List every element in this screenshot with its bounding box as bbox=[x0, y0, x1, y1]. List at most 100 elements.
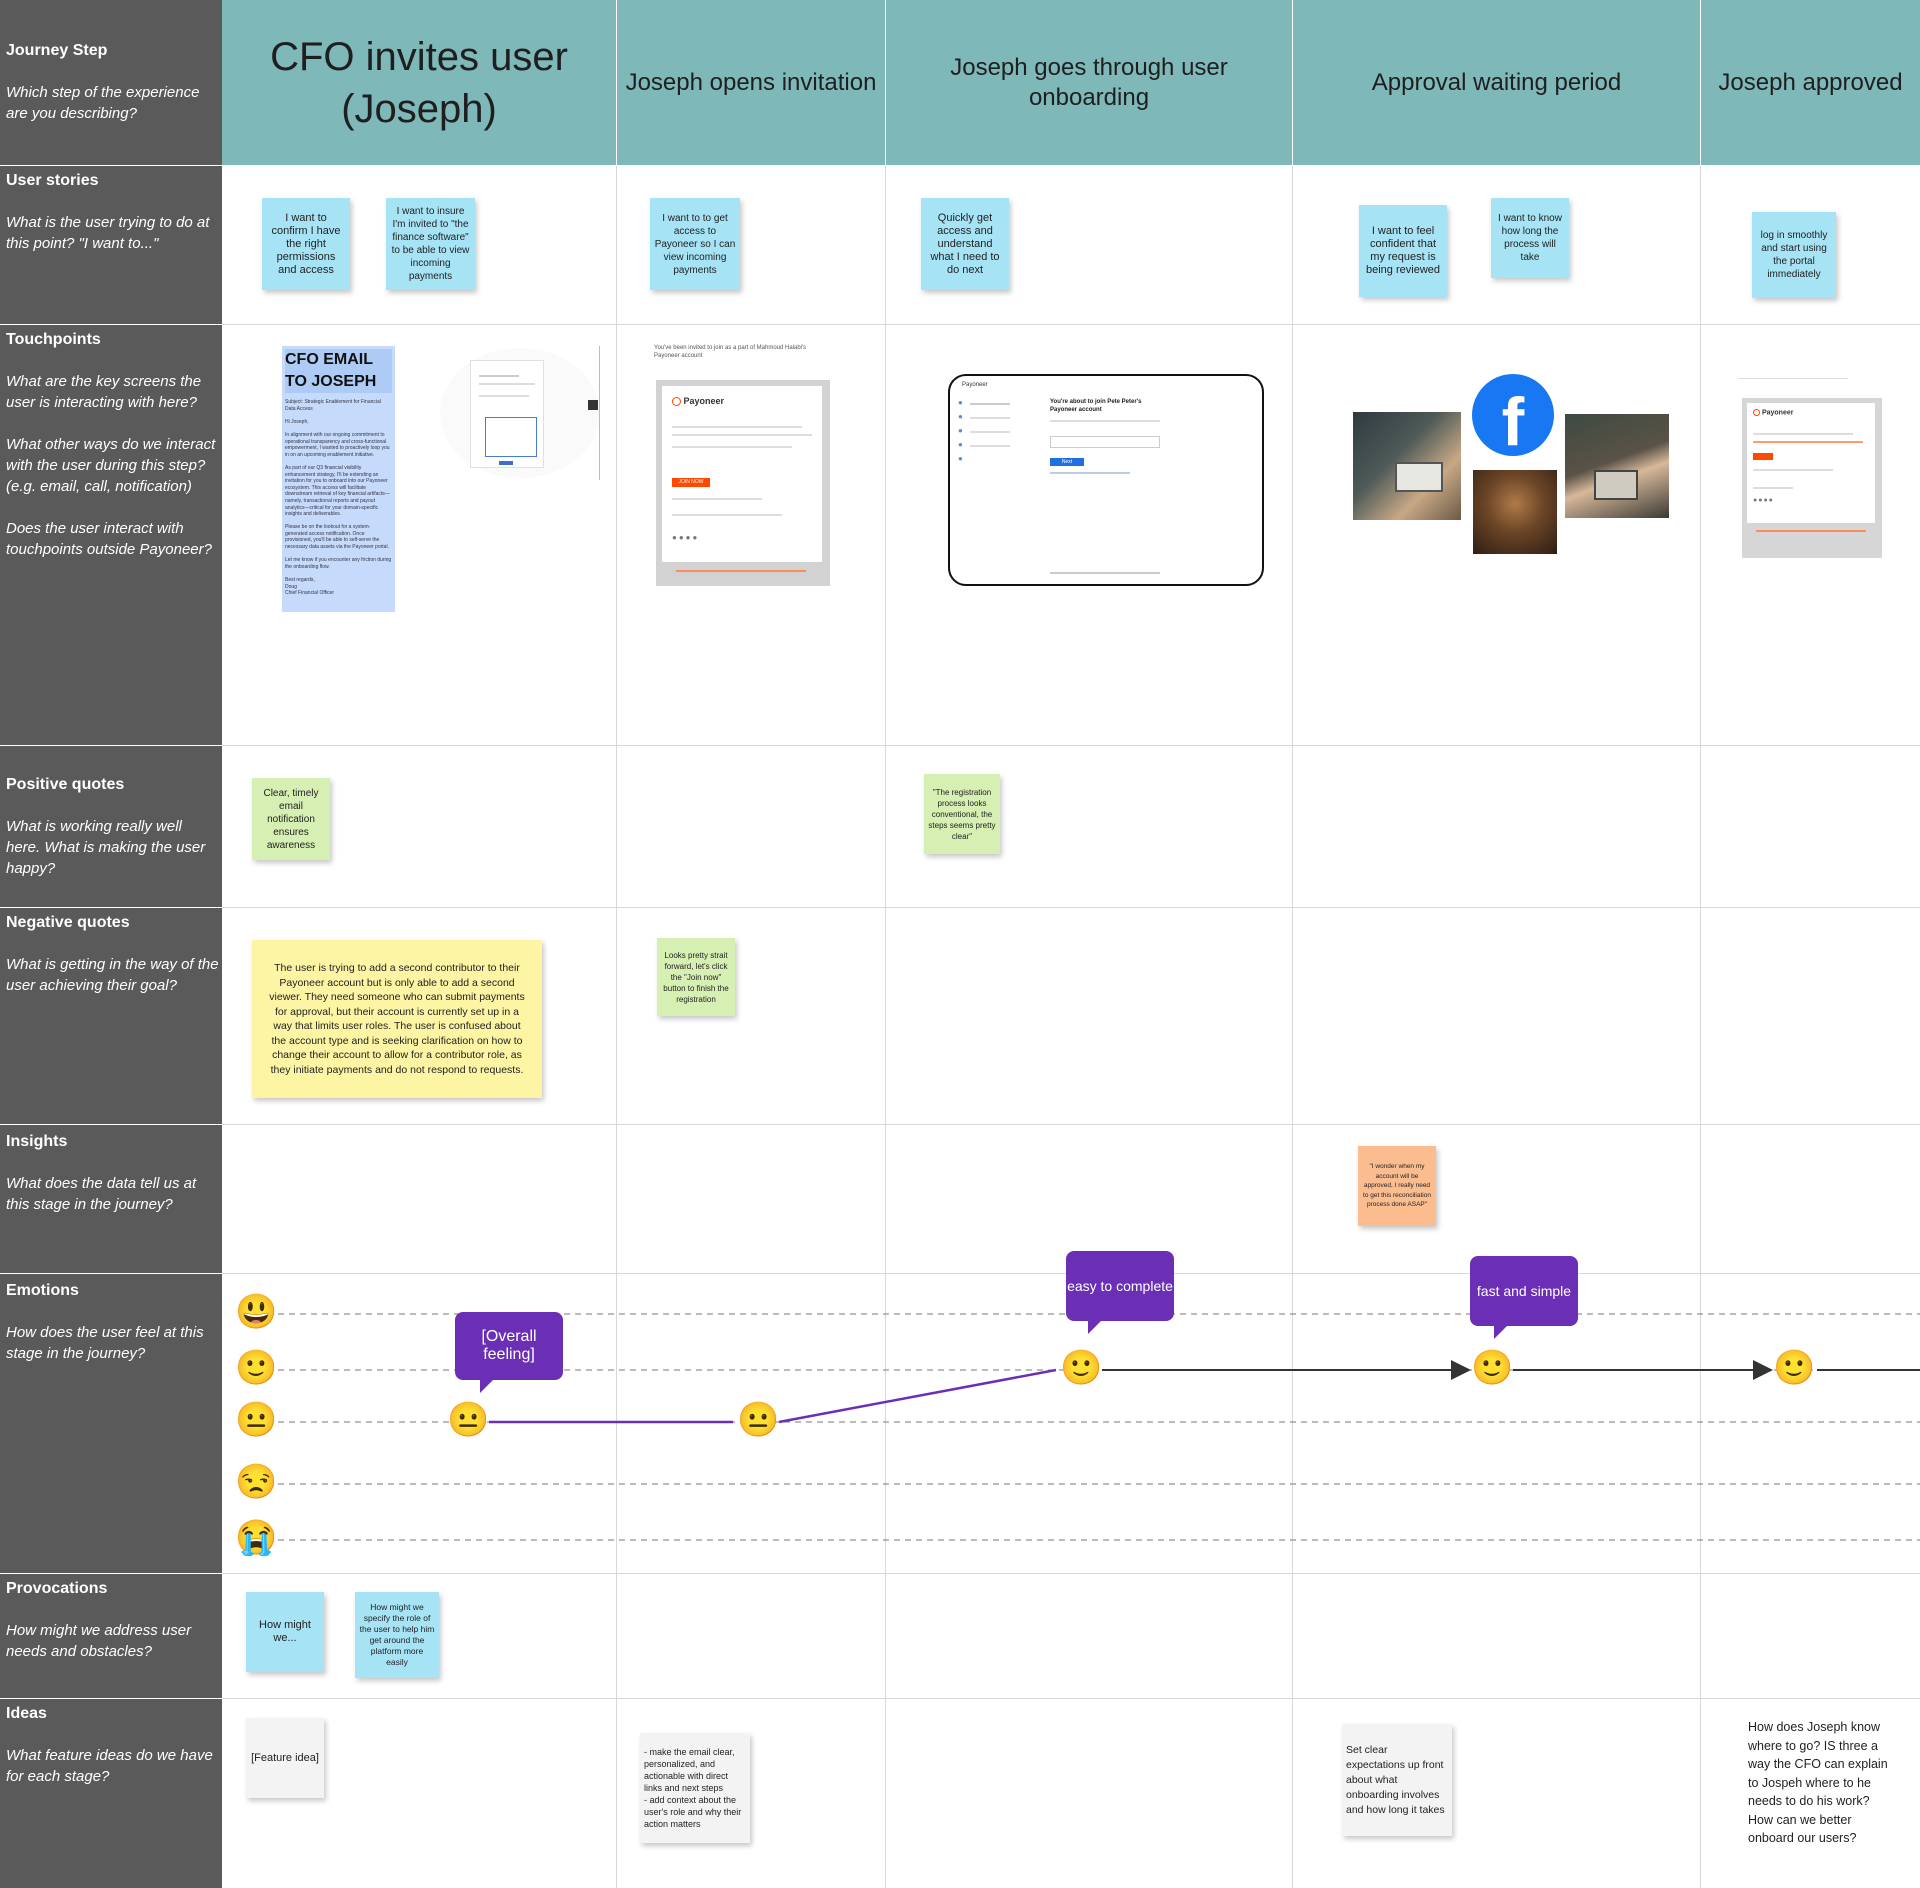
bubble-tail bbox=[480, 1379, 494, 1393]
emotion-point-neutral-icon: 😐 bbox=[737, 1401, 780, 1439]
row-divider bbox=[222, 324, 1920, 325]
emotion-point-happy-icon: 🙂 bbox=[1773, 1349, 1816, 1387]
emotion-note-bubble[interactable]: easy to complete bbox=[1066, 1251, 1174, 1321]
row-title: Provocations bbox=[6, 1580, 108, 1597]
approved-payoneer-wordmark: Payoneer bbox=[1761, 409, 1794, 417]
emotion-level-neutral-icon: 😐 bbox=[235, 1401, 278, 1439]
row-question: How might we address user needs and obst… bbox=[6, 1622, 192, 1660]
row-question: How does the user feel at this stage in … bbox=[6, 1324, 204, 1362]
column-divider bbox=[1700, 166, 1701, 1888]
column-divider bbox=[885, 166, 886, 1888]
user-story-sticky[interactable]: I want to feel confident that my request… bbox=[1359, 205, 1447, 297]
row-label-provocations: Provocations How might we address user n… bbox=[0, 1574, 222, 1698]
user-story-sticky[interactable]: I want to to get access to Payoneer so I… bbox=[650, 198, 740, 290]
onboarding-tablet-screen[interactable]: Payoneer ● ● ● ● ● You're about to join Pete… bbox=[948, 374, 1264, 586]
step-header-cfo-invites: CFO invites user (Joseph) bbox=[222, 0, 616, 165]
user-story-sticky[interactable]: Quickly get access and understand what I… bbox=[921, 198, 1009, 290]
row-question: What is working really well here. What i… bbox=[6, 818, 206, 877]
emotion-note-bubble[interactable]: fast and simple bbox=[1470, 1256, 1578, 1326]
insight-sticky[interactable]: "I wonder when my account will be approv… bbox=[1358, 1146, 1436, 1226]
positive-quote-sticky[interactable]: "The registration process looks conventi… bbox=[924, 774, 1000, 854]
facebook-icon: f bbox=[1472, 374, 1554, 456]
row-question: Which step of the experience are you des… bbox=[6, 84, 200, 122]
idea-sticky[interactable]: Set clear expectations up front about wh… bbox=[1342, 1724, 1452, 1836]
negative-quote-sticky[interactable]: The user is trying to add a second contr… bbox=[252, 940, 542, 1098]
row-title: User stories bbox=[6, 172, 99, 189]
approved-payoneer-icon bbox=[1753, 409, 1760, 416]
onboarding-heading: You're about to join Pete Peter's Payone… bbox=[1050, 399, 1142, 413]
approved-login-button[interactable] bbox=[1753, 453, 1773, 460]
row-divider bbox=[222, 907, 1920, 908]
row-label-insights: Insights What does the data tell us at t… bbox=[0, 1125, 222, 1273]
step-header-approval-waiting: Approval waiting period bbox=[1293, 0, 1700, 165]
row-title: Emotions bbox=[6, 1282, 79, 1299]
provocation-sticky[interactable]: How might we... bbox=[246, 1592, 324, 1672]
photo-man-waiting bbox=[1565, 414, 1669, 518]
step-header-onboarding: Joseph goes through user onboarding bbox=[886, 0, 1292, 165]
invite-email-frame[interactable]: Payoneer JOIN NOW ●●●● bbox=[656, 380, 830, 586]
row-divider bbox=[222, 1124, 1920, 1125]
step-title: Joseph approved bbox=[1718, 68, 1903, 96]
column-divider bbox=[616, 166, 617, 1888]
portal-scroll-marker bbox=[588, 400, 598, 410]
emotion-point-happy-icon: 🙂 bbox=[1060, 1349, 1103, 1387]
emotion-level-happy-icon: 🙂 bbox=[235, 1349, 278, 1387]
user-story-sticky[interactable]: I want to confirm I have the right permi… bbox=[262, 198, 350, 290]
idea-sticky[interactable]: - make the email clear, personalized, an… bbox=[640, 1733, 750, 1843]
user-story-sticky[interactable]: I want to insure I'm invited to "the fin… bbox=[386, 198, 475, 290]
approved-email-header bbox=[1738, 378, 1848, 396]
cfo-email-body: Subject: Strategic Enablement for Financ… bbox=[285, 399, 392, 597]
invite-email-header: You've been invited to join as a part of… bbox=[654, 345, 807, 359]
provocation-sticky[interactable]: How might we specify the role of the use… bbox=[355, 1592, 439, 1678]
user-story-sticky[interactable]: log in smoothly and start using the port… bbox=[1752, 212, 1836, 298]
negative-quote-sticky[interactable]: Looks pretty strait forward, let's click… bbox=[657, 938, 735, 1016]
facebook-letter: f bbox=[1501, 384, 1525, 456]
emotion-path-segment bbox=[778, 1368, 1057, 1424]
row-title: Negative quotes bbox=[6, 914, 130, 931]
join-now-button[interactable]: JOIN NOW bbox=[672, 478, 710, 487]
approved-payoneer-logo: Payoneer bbox=[1753, 409, 1793, 416]
step-title: Joseph opens invitation bbox=[625, 68, 877, 96]
payoneer-logo: Payoneer bbox=[672, 396, 725, 407]
row-label-user-stories: User stories What is the user trying to … bbox=[0, 166, 222, 324]
photo-man-waiting-screen bbox=[1594, 470, 1638, 500]
row-divider bbox=[222, 1573, 1920, 1574]
cfo-email-card[interactable]: CFO EMAIL TO JOSEPH Subject: Strategic E… bbox=[282, 346, 395, 612]
row-title: Ideas bbox=[6, 1705, 47, 1722]
user-story-sticky[interactable]: I want to know how long the process will… bbox=[1491, 198, 1569, 278]
row-divider bbox=[222, 745, 1920, 746]
step-title: Joseph goes through user onboarding bbox=[950, 53, 1228, 111]
row-label-emotions: Emotions How does the user feel at this … bbox=[0, 1274, 222, 1573]
portal-screenshot-panel bbox=[470, 360, 544, 468]
step-header-approved: Joseph approved bbox=[1701, 0, 1920, 165]
bubble-tail bbox=[1494, 1325, 1508, 1339]
column-divider bbox=[1292, 166, 1293, 1888]
row-label-touchpoints: Touchpoints What are the key screens the… bbox=[0, 325, 222, 745]
photo-man-laptop-screen bbox=[1395, 462, 1443, 492]
emotion-point-happy-icon: 🙂 bbox=[1471, 1349, 1514, 1387]
idea-sticky[interactable]: [Feature idea] bbox=[246, 1718, 324, 1798]
approved-email-frame[interactable]: Payoneer ●●●● bbox=[1742, 398, 1882, 558]
step-title: Approval waiting period bbox=[1371, 68, 1622, 96]
row-question: What feature ideas do we have for each s… bbox=[6, 1747, 213, 1785]
row-title: Insights bbox=[6, 1133, 68, 1150]
portal-vertical-line bbox=[599, 346, 600, 480]
emotion-point-neutral-icon: 😐 bbox=[447, 1401, 490, 1439]
row-title: Touchpoints bbox=[6, 331, 101, 348]
emotion-note-bubble[interactable]: [Overall feeling] bbox=[455, 1312, 563, 1380]
cfo-email-title: CFO EMAIL TO JOSEPH bbox=[285, 349, 392, 393]
payoneer-wordmark: Payoneer bbox=[683, 396, 725, 406]
positive-quote-sticky[interactable]: Clear, timely email notification ensures… bbox=[252, 778, 330, 860]
onboarding-next-button[interactable]: Next bbox=[1050, 458, 1084, 466]
step-header-opens-invitation: Joseph opens invitation bbox=[617, 0, 885, 165]
row-title: Positive quotes bbox=[6, 776, 125, 793]
row-question: What does the data tell us at this stage… bbox=[6, 1175, 197, 1213]
row-question: What is the user trying to do at this po… bbox=[6, 214, 210, 252]
row-question: What is getting in the way of the user a… bbox=[6, 956, 219, 994]
row-divider bbox=[222, 1698, 1920, 1699]
emotion-level-very-happy-icon: 😃 bbox=[235, 1293, 278, 1331]
photo-man-phone bbox=[1473, 470, 1557, 554]
row-title: Journey Step bbox=[6, 42, 108, 59]
row-question: What are the key screens the user is int… bbox=[6, 373, 216, 558]
row-label-positive-quotes: Positive quotes What is working really w… bbox=[0, 746, 222, 907]
